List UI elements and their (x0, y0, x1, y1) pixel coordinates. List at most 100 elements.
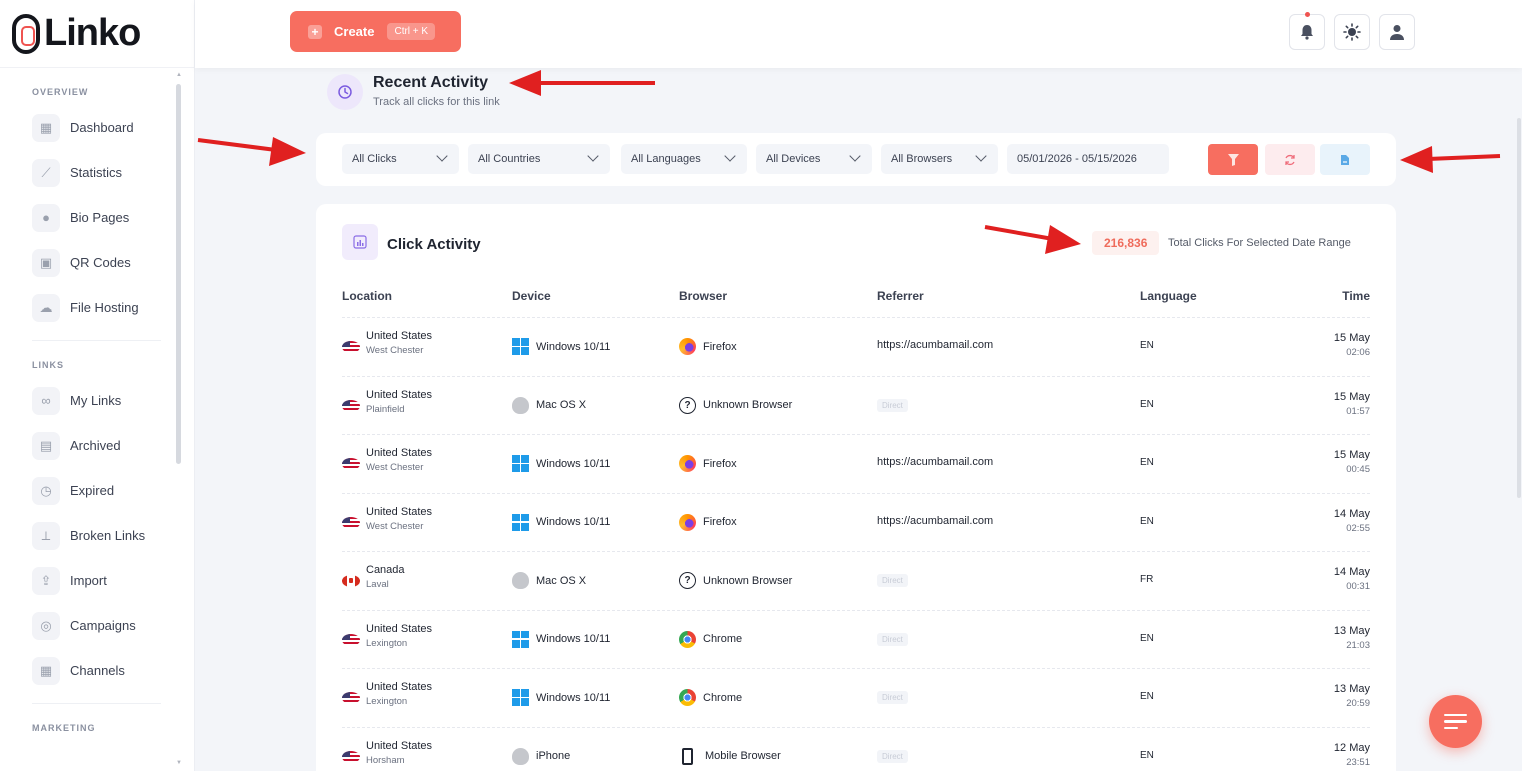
sidebar-item-qr-codes[interactable]: ▣ QR Codes (32, 240, 183, 285)
sidebar-item-label: Archived (70, 438, 121, 453)
table-row: Canada Laval Mac OS X ? Unknown Browser Di… (342, 551, 1370, 609)
apply-filter-button[interactable] (1208, 144, 1258, 175)
device-name: Mac OS X (536, 574, 587, 587)
countries-filter-value: All Countries (478, 153, 541, 165)
column-header-time[interactable]: Time (1342, 289, 1370, 303)
click-time: 02:06 (1346, 347, 1370, 358)
reset-filter-button[interactable] (1265, 144, 1315, 175)
logo-icon (12, 13, 40, 54)
time-cell: 15 May 00:45 (1334, 449, 1370, 475)
table-row: United States Horsham iPhone Mobile Brows… (342, 726, 1370, 771)
referrer-direct-badge: Direct (877, 691, 908, 704)
theme-toggle-button[interactable] (1334, 14, 1370, 50)
referrer-link[interactable]: https://acumbamail.com (877, 339, 993, 351)
apple-icon (512, 747, 529, 765)
browser-cell: Chrome (679, 689, 742, 706)
click-activity-card: Click Activity 216,836 Total Clicks For … (316, 204, 1396, 771)
firefox-icon (679, 338, 696, 355)
location-cell: United States West Chester (342, 330, 432, 356)
location-cell: Canada Laval (342, 564, 405, 590)
sidebar-scroll-thumb[interactable] (176, 84, 181, 464)
sidebar-item-label: Statistics (70, 165, 123, 180)
device-name: Windows 10/11 (536, 457, 611, 470)
location-cell: United States West Chester (342, 447, 432, 473)
sidebar-item-dashboard[interactable]: ▦ Dashboard (32, 105, 183, 150)
clicks-filter-select[interactable]: All Clicks (342, 144, 459, 174)
sidebar-item-broken-links[interactable]: ⟂ Broken Links (32, 513, 183, 558)
sidebar-divider (32, 703, 161, 704)
users-icon: ● (32, 203, 60, 232)
page-scrollbar[interactable] (1516, 68, 1522, 771)
sidebar-item-campaigns[interactable]: ◎ Campaigns (32, 603, 183, 648)
profile-button[interactable] (1379, 14, 1415, 50)
device-name: Windows 10/11 (536, 340, 611, 353)
language-code: EN (1140, 457, 1154, 468)
clock-icon: ◷ (32, 476, 60, 505)
dashboard-icon: ▦ (32, 113, 60, 142)
referrer-link[interactable]: https://acumbamail.com (877, 456, 993, 468)
languages-filter-value: All Languages (631, 153, 701, 165)
flag-icon (342, 341, 360, 353)
flag-icon (342, 399, 360, 412)
logo[interactable]: Linko (0, 0, 194, 68)
chrome-icon (679, 689, 696, 706)
sidebar-scrollbar[interactable]: ▲ ▼ (176, 72, 182, 766)
scroll-down-icon[interactable]: ▼ (176, 760, 182, 766)
annotation-arrow-actions (1400, 146, 1501, 173)
column-header-language[interactable]: Language (1140, 289, 1197, 303)
chevron-down-icon (724, 150, 736, 162)
sidebar-item-expired[interactable]: ◷ Expired (32, 468, 183, 513)
flag-icon (342, 750, 360, 763)
create-label: Create (334, 24, 375, 39)
devices-filter-select[interactable]: All Devices (756, 144, 872, 174)
chevron-down-icon (587, 150, 599, 162)
languages-filter-select[interactable]: All Languages (621, 144, 747, 174)
sidebar-item-file-hosting[interactable]: ☁ File Hosting (32, 285, 183, 330)
flag-icon (342, 575, 360, 587)
location-cell: United States West Chester (342, 506, 432, 532)
column-header-device[interactable]: Device (512, 289, 551, 303)
link-icon: ∞ (32, 386, 60, 415)
column-header-location[interactable]: Location (342, 289, 392, 303)
referrer-direct-badge: Direct (877, 398, 908, 412)
click-time: 23:51 (1346, 756, 1370, 768)
sidebar-item-bio-pages[interactable]: ● Bio Pages (32, 195, 183, 240)
flag-icon (342, 633, 360, 646)
sidebar-item-statistics[interactable]: ⟋ Statistics (32, 150, 183, 195)
page-subtitle: Track all clicks for this link (373, 96, 500, 108)
flag-icon (342, 458, 360, 470)
sidebar-item-channels[interactable]: ▦ Channels (32, 648, 183, 693)
countries-filter-select[interactable]: All Countries (468, 144, 610, 174)
sidebar-section-label: MARKETING (32, 723, 96, 733)
device-name: Mac OS X (536, 399, 587, 411)
user-icon (1390, 25, 1404, 40)
chart-icon: ⟋ (32, 158, 60, 187)
referrer-link[interactable]: https://acumbamail.com (877, 515, 993, 527)
page-scroll-thumb[interactable] (1517, 118, 1521, 498)
device-cell: Windows 10/11 (512, 455, 610, 472)
windows-icon (512, 338, 529, 355)
grid-icon: ▦ (32, 656, 60, 685)
language-code: EN (1140, 515, 1154, 527)
browsers-filter-select[interactable]: All Browsers (881, 144, 998, 174)
sidebar-section-label: OVERVIEW (32, 87, 89, 97)
total-clicks-label: Total Clicks For Selected Date Range (1168, 237, 1351, 249)
browser-cell: ? Unknown Browser (679, 396, 792, 414)
table-row: United States West Chester Windows 10/11 … (342, 434, 1370, 492)
sidebar-item-import[interactable]: ⇪ Import (32, 558, 183, 603)
scroll-up-icon[interactable]: ▲ (176, 72, 182, 78)
create-button[interactable]: + Create Ctrl + K (290, 11, 461, 52)
date-range-input[interactable]: 05/01/2026 - 05/15/2026 (1007, 144, 1169, 174)
export-button[interactable] (1320, 144, 1370, 175)
logo-text: Linko (44, 12, 141, 54)
time-cell: 14 May 00:31 (1334, 566, 1370, 592)
sidebar-nav: OVERVIEW ▦ Dashboard ⟋ Statistics ● Bio Pages ▣… (0, 68, 183, 771)
notifications-button[interactable] (1289, 12, 1325, 50)
column-header-browser[interactable]: Browser (679, 289, 727, 303)
menu-fab-button[interactable] (1429, 695, 1482, 748)
column-header-referrer[interactable]: Referrer (877, 289, 924, 303)
sidebar-item-my-links[interactable]: ∞ My Links (32, 378, 183, 423)
sidebar-item-archived[interactable]: ▤ Archived (32, 423, 183, 468)
device-name: iPhone (536, 750, 571, 762)
sidebar-item-label: Dashboard (70, 120, 134, 135)
